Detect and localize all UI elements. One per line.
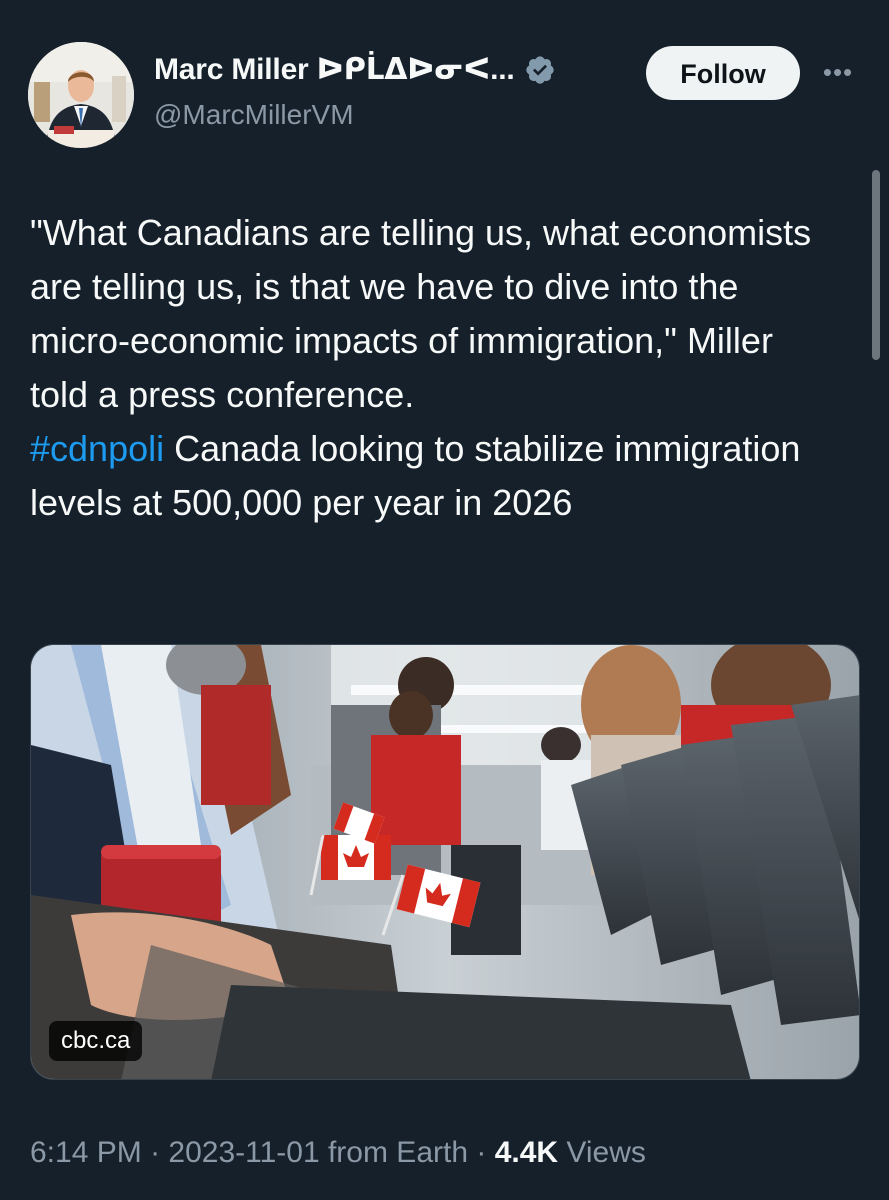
author-display-name[interactable]: Marc Miller ᐅᑭᒫᐃᐅᓂᐸ...: [154, 52, 515, 87]
tweet-quote: "What Canadians are telling us, what eco…: [30, 212, 812, 415]
link-card-image[interactable]: cbc.ca: [30, 644, 860, 1080]
link-source-badge: cbc.ca: [49, 1021, 143, 1061]
tweet-header: Marc Miller ᐅᑭᒫᐃᐅᓂᐸ... @MarcMillerVM Fol…: [0, 0, 889, 160]
verified-badge-icon: [524, 54, 556, 86]
scrollbar[interactable]: [872, 170, 880, 360]
citizenship-ceremony-photo: [31, 645, 859, 1079]
author-handle[interactable]: @MarcMillerVM: [154, 99, 354, 131]
tweet-location: from Earth: [319, 1136, 469, 1169]
avatar[interactable]: [28, 42, 134, 148]
follow-button[interactable]: Follow: [646, 46, 800, 100]
tweet-date[interactable]: 2023-11-01: [168, 1136, 319, 1169]
author-name-row: Marc Miller ᐅᑭᒫᐃᐅᓂᐸ...: [154, 52, 556, 87]
more-options-icon[interactable]: •••: [818, 52, 858, 92]
views-count[interactable]: 4.4K: [495, 1136, 558, 1169]
meta-separator: ·: [141, 1136, 169, 1169]
tweet-meta: 6:14 PM · 2023-11-01 from Earth · 4.4K V…: [30, 1136, 646, 1170]
tweet-text: "What Canadians are telling us, what eco…: [30, 206, 830, 530]
tweet-time[interactable]: 6:14 PM: [30, 1136, 142, 1169]
hashtag-link[interactable]: #cdnpoli: [30, 428, 164, 469]
views-label: Views: [558, 1136, 646, 1169]
avatar-image: [28, 42, 134, 148]
meta-separator: ·: [468, 1136, 495, 1169]
